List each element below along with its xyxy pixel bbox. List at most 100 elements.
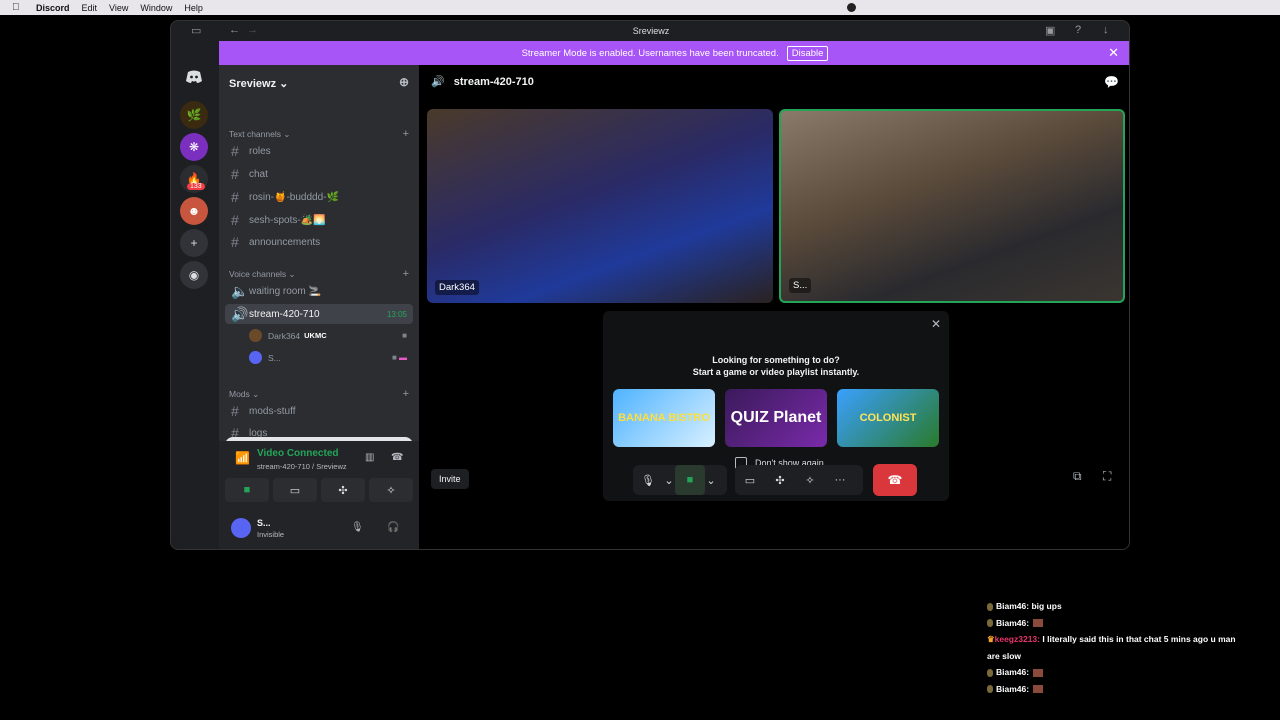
speaker-icon: 🔈	[231, 282, 249, 299]
game-card[interactable]: COLONIST	[837, 389, 939, 447]
close-icon[interactable]: ✕	[931, 317, 941, 331]
emote-icon	[1033, 668, 1044, 677]
microphone-icon[interactable]: 🎙	[633, 465, 663, 495]
voice-channel-stream[interactable]: 🔊 stream-420-710 13:05	[225, 304, 413, 324]
crown-icon: ♛	[987, 634, 995, 644]
disconnect-button[interactable]: ☎	[873, 464, 917, 496]
hash-icon: #	[231, 189, 239, 205]
channel-timer: 13:05	[386, 309, 407, 319]
activity-icon[interactable]: ✣	[765, 465, 795, 495]
create-channel-icon[interactable]: +	[403, 128, 409, 140]
activity-button[interactable]: ✣	[321, 478, 365, 502]
channel-chat[interactable]: # chat	[225, 164, 413, 184]
chevron-down-icon[interactable]: ⌄	[705, 465, 717, 495]
mac-menubar:  Discord Edit View Window Help	[0, 0, 1280, 15]
server-icon-4[interactable]: ☻	[180, 197, 208, 225]
menu-window[interactable]: Window	[140, 3, 172, 13]
category-voice-channels[interactable]: Voice channels ⌄ +	[229, 268, 409, 280]
badge-icon	[987, 668, 993, 677]
badge-icon	[987, 602, 993, 611]
avatar	[249, 329, 262, 342]
popout-icon[interactable]: ⧉	[1073, 469, 1082, 484]
server-icon-1[interactable]: 🌿	[180, 101, 208, 129]
voice-member[interactable]: S... ■ ▬	[249, 351, 413, 364]
disconnect-icon[interactable]: ☎	[391, 452, 403, 463]
add-member-icon[interactable]: ⊕	[399, 75, 409, 89]
stream-chat-overlay: Biam46: big ups Biam46: ♛keegz3213: I li…	[987, 598, 1247, 697]
video-tile[interactable]: Dark364	[427, 109, 773, 303]
call-header: 🔊 stream-420-710	[431, 75, 534, 88]
emote-icon	[1033, 619, 1044, 628]
hash-icon: #	[231, 212, 239, 228]
voice-status-panel: 📶 Video Connected stream-420-710 / Srevi…	[219, 441, 436, 549]
add-server-icon[interactable]: +	[180, 229, 208, 257]
create-channel-icon[interactable]: +	[403, 388, 409, 400]
server-icon-2[interactable]: ❋	[180, 133, 208, 161]
screenshare-icon[interactable]: ▭	[735, 465, 765, 495]
invite-button[interactable]: Invite	[431, 469, 469, 489]
screen-icon[interactable]: ▣	[1045, 24, 1055, 37]
participant-name: S...	[789, 278, 812, 293]
noise-suppression-icon[interactable]: ▥	[365, 452, 374, 463]
chevron-down-icon[interactable]: ⌄	[663, 465, 675, 495]
hash-icon: #	[231, 166, 239, 182]
channel-sesh-spots[interactable]: # sesh-spots-🏕️🌅	[225, 210, 413, 230]
call-channel-name: stream-420-710	[453, 76, 534, 88]
menu-edit[interactable]: Edit	[82, 3, 98, 13]
chat-message: ♛keegz3213: I literally said this in tha…	[987, 634, 1236, 661]
voice-channel-waiting-room[interactable]: 🔈 waiting room 🚬	[225, 281, 413, 301]
badge-icon	[987, 685, 993, 694]
video-tile[interactable]: S...	[779, 109, 1125, 303]
apple-icon[interactable]: 	[12, 2, 26, 13]
discord-home-icon[interactable]	[180, 63, 208, 91]
menu-help[interactable]: Help	[184, 3, 203, 13]
server-header[interactable]: Sreviewz ⌄ ⊕	[219, 65, 419, 99]
chat-message: Biam46:	[987, 681, 1247, 698]
hash-icon: #	[231, 143, 239, 159]
screenshare-button[interactable]: ▭	[273, 478, 317, 502]
voice-member[interactable]: Dark364 UKMC ■	[249, 329, 413, 342]
call-view: 🔊 stream-420-710 💬 Dark364 S... ✕ Lookin…	[419, 65, 1129, 549]
headphones-icon[interactable]: 🎧	[387, 522, 399, 533]
category-mods[interactable]: Mods ⌄ +	[229, 388, 409, 400]
channel-announcements[interactable]: # announcements	[225, 232, 413, 252]
channel-roles[interactable]: # roles	[225, 141, 413, 161]
fullscreen-icon[interactable]: ⛶	[1103, 469, 1111, 484]
avatar	[231, 518, 251, 538]
signal-icon[interactable]: 📶	[235, 451, 250, 465]
chat-message: Biam46:	[987, 615, 1247, 632]
download-icon[interactable]: ↓	[1103, 24, 1109, 36]
avatar	[249, 351, 262, 364]
soundboard-icon[interactable]: ✧	[795, 465, 825, 495]
soundboard-button[interactable]: ✧	[369, 478, 413, 502]
menu-app[interactable]: Discord	[36, 3, 70, 13]
audio-video-controls: 🎙 ⌄ ■ ⌄	[633, 465, 727, 495]
user-name: S...	[257, 518, 271, 528]
game-card[interactable]: BANANA BISTRO	[613, 389, 715, 447]
menu-view[interactable]: View	[109, 3, 128, 13]
close-icon[interactable]: ✕	[1108, 45, 1119, 61]
emote-icon	[1033, 685, 1044, 694]
chat-message: Biam46: big ups	[987, 598, 1247, 615]
help-icon[interactable]: ?	[1075, 24, 1081, 36]
more-options-icon[interactable]: ···	[825, 465, 855, 495]
mention-badge: 133	[187, 183, 205, 190]
channel-rosin[interactable]: # rosin-🍯-budddd-🌿	[225, 187, 413, 207]
camera-icon[interactable]: ■	[675, 465, 705, 495]
game-card[interactable]: QUIZ Planet	[725, 389, 827, 447]
server-list: 🌿 ❋ 🔥 133 ☻ + ◉	[171, 41, 219, 549]
banner-text: Streamer Mode is enabled. Usernames have…	[521, 47, 779, 59]
microphone-icon[interactable]: 🎙	[351, 522, 364, 533]
voice-status[interactable]: Video Connected	[257, 448, 339, 459]
user-panel[interactable]: S... Invisible 🎙 🎧 ⚙	[231, 513, 436, 543]
explore-icon[interactable]: ◉	[180, 261, 208, 289]
create-voice-channel-icon[interactable]: +	[403, 268, 409, 280]
camera-button[interactable]: ■	[225, 478, 269, 502]
record-indicator-icon	[847, 3, 856, 12]
channel-mods-stuff[interactable]: # mods-stuff	[225, 401, 413, 421]
category-text-channels[interactable]: Text channels ⌄ +	[229, 128, 409, 140]
voice-location[interactable]: stream-420-710 / Sreviewz	[257, 462, 347, 471]
disable-button[interactable]: Disable	[786, 45, 829, 61]
streamer-mode-banner: Streamer Mode is enabled. Usernames have…	[219, 41, 1129, 65]
chat-bubble-icon[interactable]: 💬	[1104, 75, 1119, 89]
